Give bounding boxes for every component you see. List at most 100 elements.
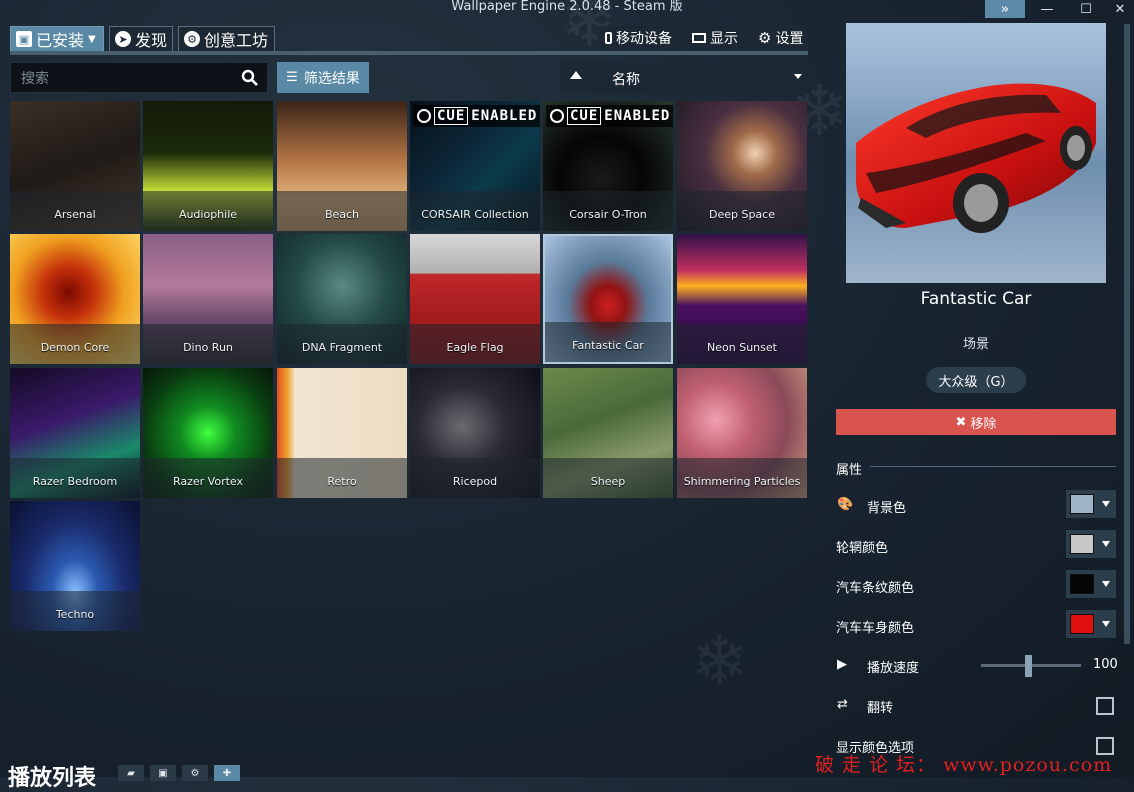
playlist-save-button[interactable]: ▣ [150, 765, 176, 781]
wallpaper-tile[interactable]: Razer Vortex [143, 368, 273, 498]
rim-color-picker[interactable] [1066, 530, 1116, 558]
car-preview-image [846, 23, 1106, 283]
wallpaper-tile[interactable]: Dino Run [143, 234, 273, 364]
display-button[interactable]: 显示 [686, 26, 748, 50]
wallpaper-title: Arsenal [10, 191, 140, 231]
wallpaper-tile[interactable]: Ricepod [410, 368, 540, 498]
stripe-color-picker[interactable] [1066, 570, 1116, 598]
wallpaper-tile[interactable]: Demon Core [10, 234, 140, 364]
close-button[interactable]: ✕ [1100, 0, 1134, 18]
wallpaper-title: Razer Vortex [143, 458, 273, 498]
chevron-down-icon: ▼ [88, 33, 96, 45]
wallpaper-title: Beach [277, 191, 407, 231]
wallpaper-tile[interactable]: Techno [10, 501, 140, 631]
wallpaper-tile[interactable]: DNA Fragment [277, 234, 407, 364]
wallpaper-tile[interactable]: Retro [277, 368, 407, 498]
wallpaper-tile[interactable]: Deep Space [677, 101, 807, 231]
toolbar-divider [10, 51, 808, 55]
bg-color-picker[interactable] [1066, 490, 1116, 518]
wallpaper-tile[interactable]: Beach [277, 101, 407, 231]
wallpaper-tile[interactable]: Razer Bedroom [10, 368, 140, 498]
power-icon [550, 109, 564, 123]
cue-enabled-badge: CUE ENABLED [413, 105, 540, 127]
wallpaper-title: Techno [10, 591, 140, 631]
wallpaper-tile[interactable]: CUE ENABLED Corsair O-Tron [543, 101, 673, 231]
cue-text: CUE [567, 107, 602, 125]
rim-color-label: 轮辋颜色 [836, 541, 889, 556]
wallpaper-tile[interactable]: Shimmering Particles [677, 368, 807, 498]
maximize-icon: ☐ [1080, 1, 1092, 17]
wallpaper-title: Neon Sunset [677, 324, 807, 364]
body-color-swatch [1070, 614, 1094, 634]
watermark-text: 破 走 论 坛： www.pozou.com [815, 754, 1113, 776]
wallpaper-title: Shimmering Particles [677, 458, 807, 498]
playback-speed-label: 播放速度 [867, 661, 920, 676]
minimize-icon: — [1040, 1, 1054, 17]
chevron-down-icon [1102, 541, 1110, 547]
mobile-devices-label: 移动设备 [616, 31, 672, 47]
save-icon: ▣ [16, 31, 32, 47]
playback-speed-thumb[interactable] [1025, 655, 1032, 677]
search-input[interactable] [19, 67, 243, 91]
close-icon: ✖ [955, 414, 967, 430]
wallpaper-title: Eagle Flag [410, 324, 540, 364]
cue-suffix: ENABLED [471, 108, 538, 124]
play-icon: ▶ [837, 657, 847, 672]
scrollbar-thumb[interactable] [1124, 24, 1130, 644]
flip-label: 翻转 [867, 701, 894, 716]
stripe-color-label: 汽车条纹颜色 [836, 581, 915, 596]
tab-installed[interactable]: ▣ 已安装 ▼ [10, 26, 104, 52]
wallpaper-tile[interactable]: Neon Sunset [677, 234, 807, 364]
tab-workshop[interactable]: ⚙ 创意工坊 [178, 26, 275, 52]
properties-divider [870, 466, 1116, 467]
search-box [10, 62, 268, 93]
wallpaper-tile[interactable]: Arsenal [10, 101, 140, 231]
tab-workshop-label: 创意工坊 [204, 31, 269, 50]
wallpaper-title: Retro [277, 458, 407, 498]
wallpaper-title: Ricepod [410, 458, 540, 498]
playback-speed-value: 100 [1093, 657, 1118, 672]
wallpaper-detail-title: Fantastic Car [920, 289, 1032, 309]
cue-enabled-badge: CUE ENABLED [546, 105, 673, 127]
wallpaper-tile[interactable]: Audiophile [143, 101, 273, 231]
title-bar: Wallpaper Engine 2.0.48 - Steam 版 » — ☐ … [0, 0, 1134, 20]
settings-button[interactable]: ⚙ 设置 [752, 26, 810, 50]
body-color-picker[interactable] [1066, 610, 1116, 638]
wallpaper-title: Fantastic Car [545, 322, 671, 362]
details-scrollbar[interactable] [1124, 24, 1130, 644]
tab-installed-label: 已安装 [36, 31, 85, 50]
mobile-devices-button[interactable]: 移动设备 [599, 26, 681, 50]
tab-discover[interactable]: ➤ 发现 [109, 26, 173, 52]
filter-results-button[interactable]: ☰ 筛选结果 [277, 62, 369, 93]
wallpaper-title: DNA Fragment [277, 324, 407, 364]
minimize-button[interactable]: — [1027, 0, 1067, 18]
search-icon[interactable] [241, 69, 259, 87]
filter-list-icon: ☰ [286, 70, 298, 85]
wallpaper-type: 场景 [962, 337, 989, 352]
chevron-down-icon [1102, 621, 1110, 627]
steam-icon: ⚙ [184, 31, 200, 47]
compass-icon: ➤ [115, 31, 131, 47]
remove-label: 移除 [970, 416, 997, 432]
close-icon: ✕ [1114, 1, 1126, 17]
expand-panel-button[interactable]: » [985, 0, 1025, 18]
wallpaper-tile[interactable]: Eagle Flag [410, 234, 540, 364]
wallpaper-title: CORSAIR Collection [410, 191, 540, 231]
bg-color-swatch [1070, 494, 1094, 514]
sort-dropdown[interactable]: 名称 [560, 62, 808, 93]
wallpaper-title: Razer Bedroom [10, 458, 140, 498]
bg-color-label: 背景色 [867, 501, 907, 516]
wallpaper-tile[interactable]: CUE ENABLED CORSAIR Collection [410, 101, 540, 231]
wallpaper-tile[interactable]: Sheep [543, 368, 673, 498]
playlist-folder-button[interactable]: ▰ [118, 765, 144, 781]
flip-checkbox[interactable] [1096, 697, 1114, 715]
flip-icon: ⇄ [837, 697, 848, 712]
wallpaper-title: Demon Core [10, 324, 140, 364]
monitor-icon [692, 33, 706, 43]
wallpaper-tile-selected[interactable]: Fantastic Car [543, 234, 673, 364]
double-chevron-right-icon: » [1000, 1, 1010, 17]
sort-ascending-icon[interactable] [570, 71, 582, 79]
remove-button[interactable]: ✖ 移除 [836, 409, 1116, 435]
playlist-add-button[interactable]: ✚ [214, 765, 240, 781]
playlist-settings-button[interactable]: ⚙ [182, 765, 208, 781]
